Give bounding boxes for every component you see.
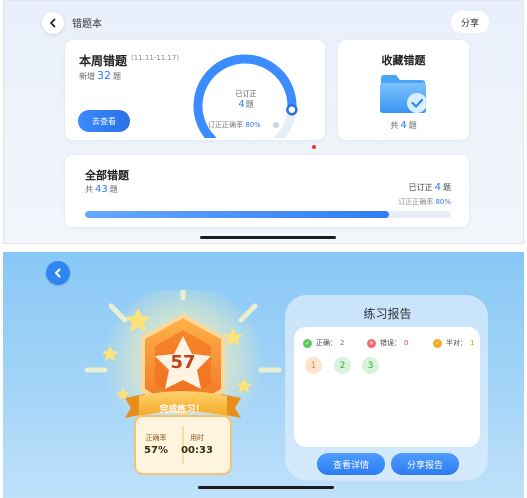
question-1-result[interactable]: 1	[305, 357, 322, 374]
half-check-icon: ✓	[433, 338, 442, 348]
time-label: 用时	[190, 434, 204, 442]
accuracy-label: 正确率	[145, 434, 167, 442]
all-progress-fill	[85, 211, 389, 218]
complete-banner-text: 完成练习！	[159, 405, 205, 415]
chevron-left-icon	[50, 18, 56, 28]
view-button[interactable]: 去查看	[78, 110, 130, 132]
rate-info-dot	[273, 122, 279, 128]
time-value: 00:33	[181, 445, 213, 456]
favorites-card[interactable]: 收藏错题 共4题	[338, 40, 469, 140]
all-fixed-count: 已订正 4 题	[408, 182, 451, 193]
gauge-knob	[286, 103, 298, 116]
correct-legend: ✓ 正确： 2	[303, 338, 345, 348]
home-indicator[interactable]	[198, 486, 334, 489]
favorites-title: 收藏错题	[381, 54, 426, 67]
page-title: 错题本	[72, 19, 102, 30]
accuracy-value: 57%	[144, 445, 168, 456]
practice-result-screen: 57 完成练习！ 正确率 用时 57% 00:33 练习报告 ✓ 正确： 2 ✕…	[3, 252, 524, 498]
correction-rate: 订正正确率 80%	[208, 121, 261, 129]
practice-report-panel: 练习报告 ✓ 正确： 2 ✕ 错误： 0 ✓ 半对： 1 1 2 3 查看详情 …	[285, 295, 488, 481]
score-value: 57	[170, 352, 196, 373]
fixed-count: 4题	[238, 99, 254, 110]
all-title: 全部错题	[85, 169, 129, 182]
question-2-result[interactable]: 2	[334, 357, 351, 374]
weekly-wrong-card: 本周错题 (11.11-11.17) 新增 32 题 去查看 已订正 4题 订正正确…	[65, 40, 325, 140]
all-wrong-card[interactable]: 全部错题 共 43 题 已订正 4 题 订正正确率 80%	[65, 155, 469, 227]
report-content: ✓ 正确： 2 ✕ 错误： 0 ✓ 半对： 1 1 2 3	[294, 327, 480, 447]
x-circle-icon: ✕	[367, 338, 376, 348]
half-legend: ✓ 半对： 1	[433, 338, 475, 348]
check-circle-icon: ✓	[303, 338, 312, 348]
all-progress-bar	[85, 211, 451, 218]
folder-check-icon	[380, 75, 427, 113]
share-button[interactable]: 分享	[451, 11, 489, 33]
fixed-label: 已订正	[235, 90, 257, 98]
back-button[interactable]	[46, 261, 70, 285]
wrong-legend: ✕ 错误： 0	[367, 338, 409, 348]
all-count: 共 43 题	[85, 184, 118, 195]
wrong-questions-screen: 错题本 分享 本周错题 (11.11-11.17) 新增 32 题 去查看 已订正 …	[3, 0, 524, 244]
back-button[interactable]	[42, 12, 64, 34]
weekly-new-count: 新增 32 题	[79, 69, 121, 82]
question-3-result[interactable]: 3	[362, 357, 379, 374]
chevron-left-icon	[55, 268, 61, 278]
view-details-button[interactable]: 查看详情	[317, 453, 385, 475]
share-report-button[interactable]: 分享报告	[391, 453, 459, 475]
home-indicator[interactable]	[200, 236, 336, 239]
achievement-badge	[84, 290, 282, 475]
weekly-title: 本周错题	[79, 54, 128, 68]
page-indicator-dot	[312, 145, 316, 149]
favorites-count: 共4题	[390, 120, 417, 131]
all-correction-rate: 订正正确率 80%	[398, 198, 451, 206]
report-title: 练习报告	[363, 307, 412, 321]
weekly-date-range: (11.11-11.17)	[131, 54, 180, 62]
